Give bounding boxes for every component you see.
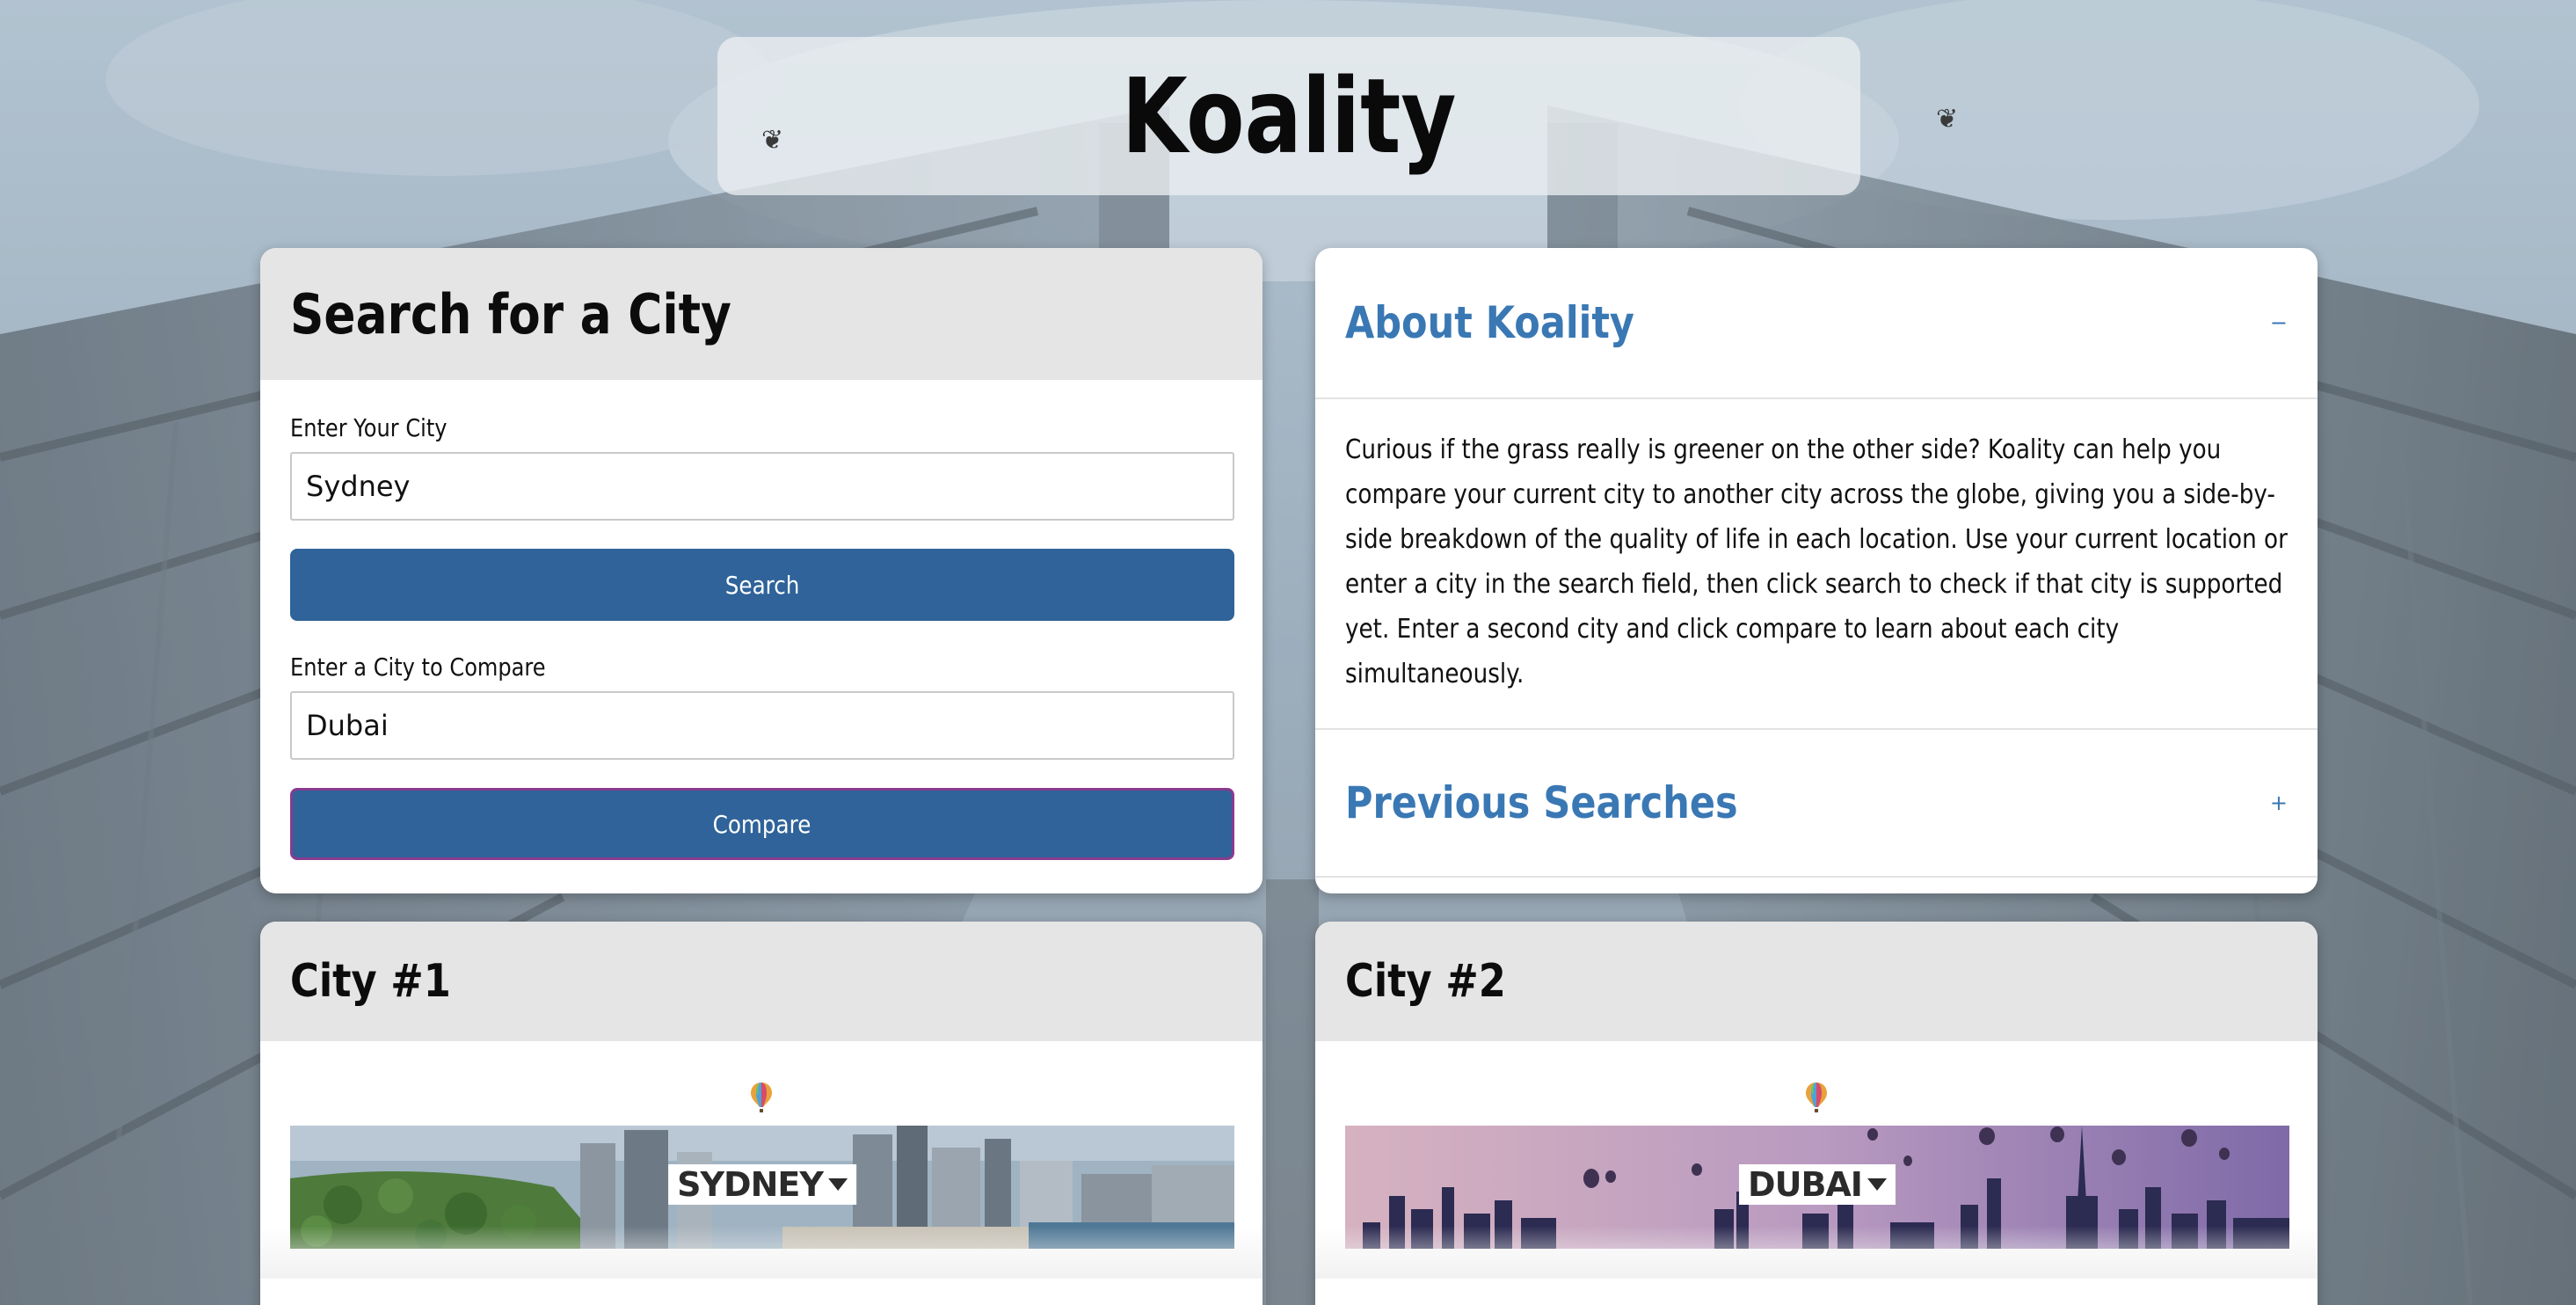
city2-card: City #2 DUBAI (1315, 922, 2318, 1305)
about-text: Curious if the grass really is greener o… (1345, 434, 2288, 689)
dubai-label: DUBAI (1739, 1164, 1896, 1205)
hot-air-balloon-icon (1806, 1083, 1827, 1112)
collapse-icon[interactable]: − (2270, 310, 2288, 335)
search-card: Search for a City Enter Your City Search… (260, 248, 1263, 893)
city-input[interactable] (290, 452, 1234, 521)
card-fade (260, 1226, 1263, 1279)
bird-icon: ❦ (761, 126, 784, 155)
search-button[interactable]: Search (290, 549, 1234, 621)
accordion-about-content: Curious if the grass really is greener o… (1315, 397, 2318, 730)
caret-down-icon (827, 1178, 848, 1191)
search-button-label: Search (724, 570, 800, 600)
accordion-about: About Koality − Curious if the grass rea… (1315, 248, 2318, 730)
compare-button[interactable]: Compare (290, 788, 1234, 860)
dubai-label-text: DUBAI (1748, 1165, 1863, 1204)
about-card: About Koality − Curious if the grass rea… (1315, 248, 2318, 893)
search-card-title: Search for a City (290, 281, 731, 346)
hot-air-balloon-icon (751, 1083, 772, 1112)
compare-city-input[interactable] (290, 691, 1234, 760)
accordion-about-header[interactable]: About Koality − (1315, 248, 2318, 397)
city2-title: City #2 (1345, 955, 1506, 1008)
city-input-label: Enter Your City (290, 413, 448, 442)
bird-icon: ❦ (1936, 105, 1959, 134)
accordion-previous-searches: Previous Searches + (1315, 730, 2318, 878)
caret-down-icon (1867, 1178, 1887, 1191)
previous-searches-title: Previous Searches (1345, 777, 1738, 828)
compare-input-label: Enter a City to Compare (290, 652, 546, 682)
expand-icon[interactable]: + (2270, 791, 2288, 815)
card-fade (1315, 1226, 2318, 1279)
city2-card-header: City #2 (1315, 922, 2318, 1041)
app-title: Koality (1121, 55, 1457, 177)
sydney-label: SYDNEY (668, 1164, 856, 1205)
accordion-previous-header[interactable]: Previous Searches + (1315, 730, 2318, 876)
search-card-header: Search for a City (260, 248, 1263, 380)
city1-card: City #1 SYDNEY (260, 922, 1263, 1305)
city1-card-header: City #1 (260, 922, 1263, 1041)
sydney-label-text: SYDNEY (677, 1165, 824, 1204)
about-title: About Koality (1345, 297, 1634, 348)
compare-button-label: Compare (713, 809, 811, 839)
app-header: ❦ ❦ Koality (717, 37, 1958, 195)
city1-title: City #1 (290, 955, 451, 1008)
